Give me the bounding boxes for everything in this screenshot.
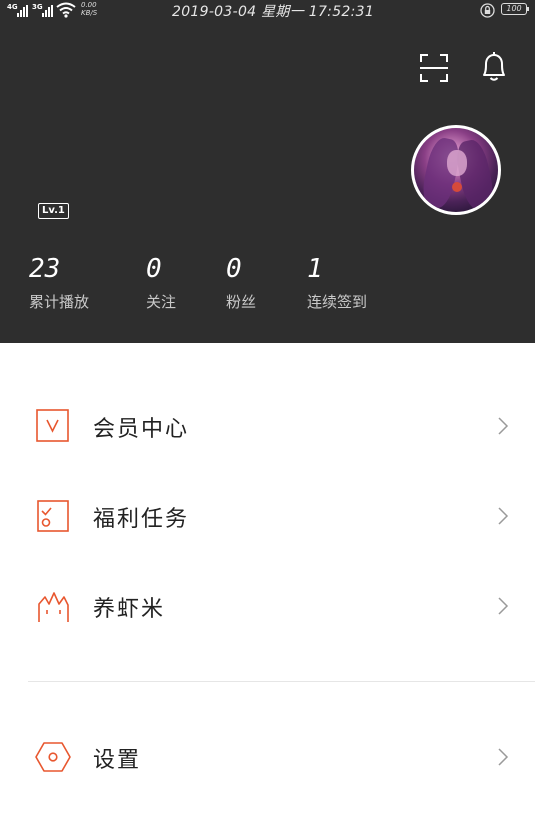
stat-value: 23 (29, 254, 61, 284)
task-icon (34, 498, 72, 534)
menu-item-raise-shrimp[interactable]: 养虾米 (0, 574, 535, 638)
chevron-right-icon (496, 416, 510, 440)
avatar[interactable] (411, 125, 501, 215)
settings-icon (34, 739, 72, 775)
menu-item-label: 养虾米 (93, 597, 166, 622)
menu-divider (28, 681, 535, 682)
signal-icon-2 (42, 5, 53, 17)
stat-label: 粉丝 (226, 293, 257, 311)
battery-indicator: 100 (501, 3, 529, 15)
network-speed-unit: KB/S (81, 9, 98, 17)
scan-icon[interactable] (418, 52, 450, 88)
menu-item-vip-center[interactable]: 会员中心 (0, 394, 535, 458)
chevron-right-icon (496, 506, 510, 530)
shrimp-icon (34, 588, 72, 624)
chevron-right-icon (496, 596, 510, 620)
stat-following[interactable]: 0 关注 (146, 253, 176, 312)
rotation-lock-icon (480, 3, 495, 22)
profile-header: 4G 3G 0.00 KB/S 2019-03-04 星期一 17:52:31 … (0, 0, 535, 343)
stat-total-plays[interactable]: 23 累计播放 (29, 253, 89, 312)
status-bar: 4G 3G 0.00 KB/S 2019-03-04 星期一 17:52:31 … (0, 0, 535, 22)
vip-icon (34, 408, 72, 444)
menu-item-tasks[interactable]: 福利任务 (0, 484, 535, 548)
network-speed-value: 0.00 (81, 1, 97, 9)
network-speed: 0.00 KB/S (81, 1, 97, 17)
menu-item-label: 福利任务 (93, 507, 190, 532)
stat-label: 连续签到 (307, 293, 368, 311)
stat-followers[interactable]: 0 粉丝 (226, 253, 256, 312)
wifi-icon (56, 2, 76, 22)
chevron-right-icon (496, 747, 510, 771)
menu-item-label: 设置 (93, 748, 142, 773)
menu-item-settings[interactable]: 设置 (0, 725, 535, 789)
status-datetime: 2019-03-04 星期一 17:52:31 (172, 4, 375, 20)
signal-icon (17, 5, 28, 17)
menu-item-label: 会员中心 (93, 417, 190, 442)
bell-icon[interactable] (478, 50, 510, 88)
stat-value: 1 (307, 254, 323, 284)
level-badge: Lv.1 (38, 203, 69, 219)
stat-label: 关注 (146, 293, 177, 311)
stat-value: 0 (146, 254, 162, 284)
stat-checkin-streak[interactable]: 1 连续签到 (307, 253, 367, 312)
stat-label: 累计播放 (29, 293, 90, 311)
stat-value: 0 (226, 254, 242, 284)
